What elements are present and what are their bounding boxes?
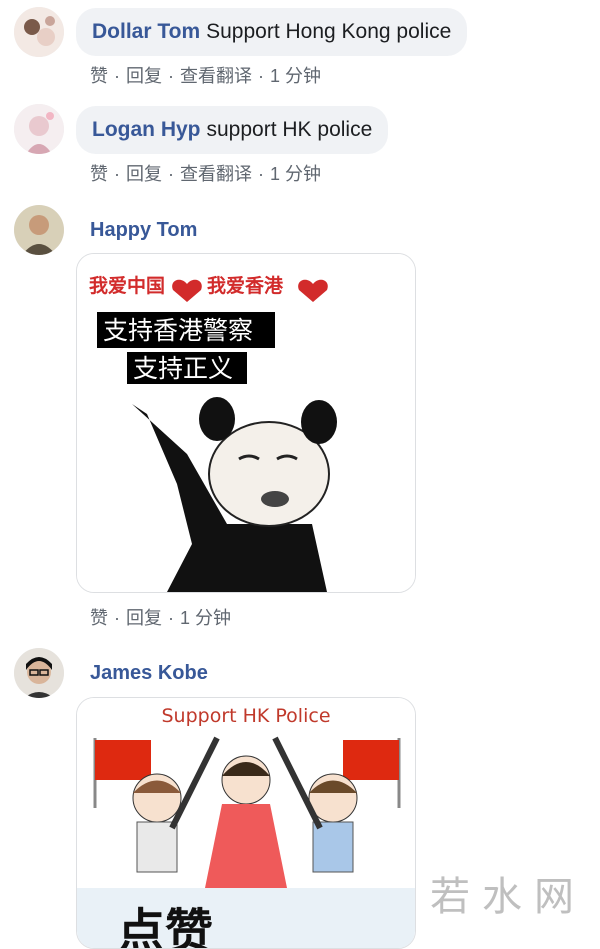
timestamp[interactable]: 1 分钟 [270,164,321,184]
avatar-image [14,104,64,154]
poster-bottom-text: 点赞 [117,904,213,948]
avatar-image [14,205,64,255]
translate-link[interactable]: 查看翻译 [180,66,252,86]
like-link[interactable]: 赞 [90,608,108,628]
translate-link[interactable]: 查看翻译 [180,164,252,184]
comment-bubble: Logan Hyp support HK police [76,106,389,154]
avatar[interactable] [14,7,64,57]
reply-link[interactable]: 回复 [126,608,162,628]
comment-text: support HK police [206,118,373,141]
meme-top-right-text: 我爱香港 [207,275,284,297]
like-link[interactable]: 赞 [90,164,108,184]
poster-caption: Support HK Police [161,705,330,727]
support-poster-image: Support HK Police 点赞 [77,698,415,948]
hk-flag-icon [343,740,399,780]
avatar[interactable] [14,648,64,698]
comment-author-link[interactable]: Logan Hyp [92,118,201,141]
comment-author-link[interactable]: James Kobe [90,662,208,685]
comment-image-card[interactable]: 我爱中国 我爱香港 支持香港警察 支持正义 [76,253,416,593]
meme-line-1: 支持香港警察 [103,316,253,345]
comment-author-link[interactable]: Dollar Tom [92,20,200,43]
avatar-image [14,648,64,698]
comment-actions: 赞 · 回复 · 查看翻译 · 1 分钟 [90,66,322,86]
meme-line-2: 支持正义 [133,354,233,383]
reply-link[interactable]: 回复 [126,66,162,86]
comment-actions: 赞 · 回复 · 查看翻译 · 1 分钟 [90,164,322,184]
panda-meme-image: 我爱中国 我爱香港 支持香港警察 支持正义 [77,254,415,592]
avatar[interactable] [14,104,64,154]
timestamp[interactable]: 1 分钟 [180,608,231,628]
watermark: 若水网 [430,874,586,920]
comment-text: Support Hong Kong police [206,20,452,43]
comment-bubble: Dollar Tom Support Hong Kong police [76,8,468,56]
meme-top-left-text: 我爱中国 [89,274,165,297]
china-flag-icon [95,740,151,780]
reply-link[interactable]: 回复 [126,164,162,184]
timestamp[interactable]: 1 分钟 [270,66,321,86]
comment-author-link[interactable]: Happy Tom [90,219,197,242]
avatar[interactable] [14,205,64,255]
comment-image-card[interactable]: Support HK Police 点赞 [76,697,416,949]
comment-actions: 赞 · 回复 · 1 分钟 [90,608,232,628]
like-link[interactable]: 赞 [90,66,108,86]
avatar-image [14,7,64,57]
